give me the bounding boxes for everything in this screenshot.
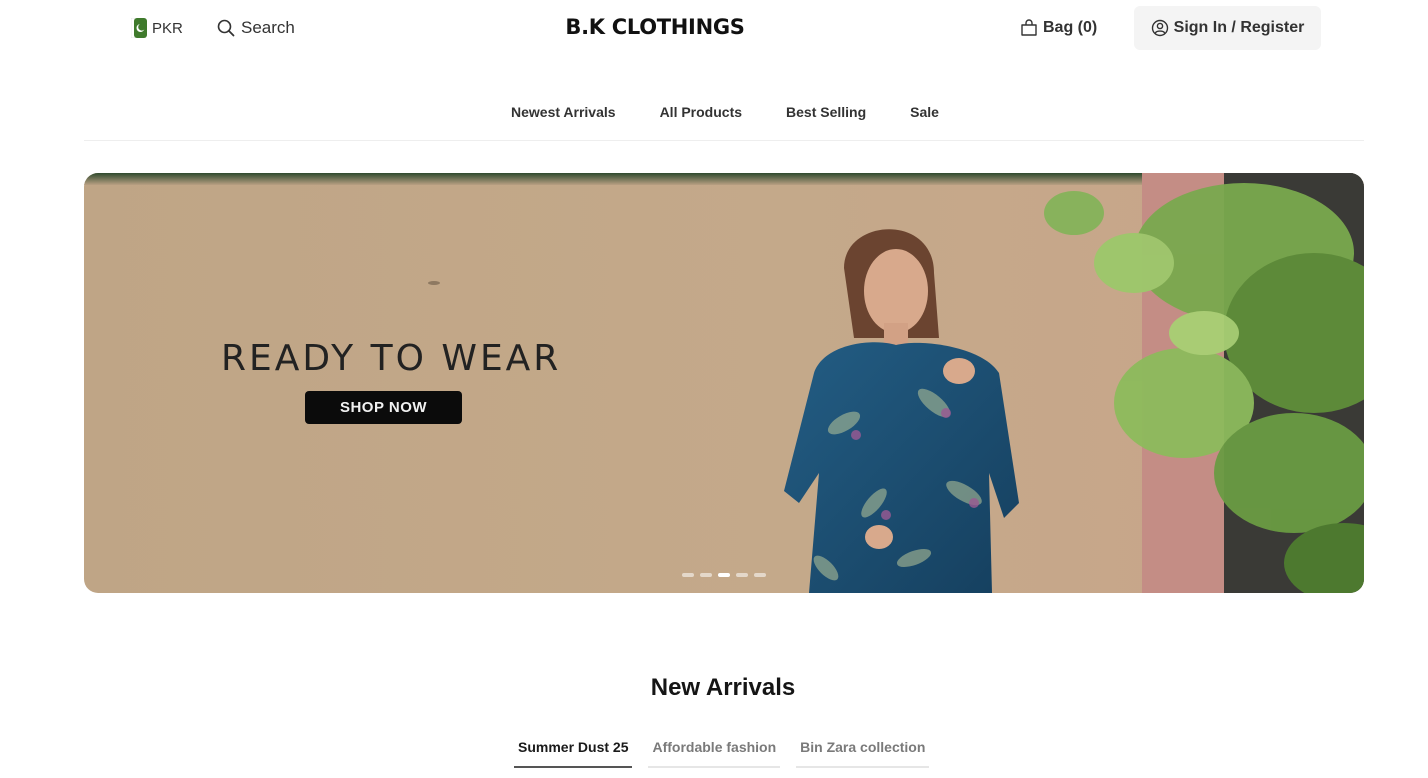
sign-in-register-button[interactable]: Sign In / Register <box>1134 6 1321 50</box>
nav-best-selling[interactable]: Best Selling <box>786 96 866 128</box>
shopping-bag-icon <box>1021 19 1037 36</box>
tab-bin-zara-collection[interactable]: Bin Zara collection <box>796 733 930 768</box>
bag-button[interactable]: Bag (0) <box>1020 17 1097 39</box>
collection-tabs: Summer Dust 25 Affordable fashion Bin Za… <box>514 733 930 768</box>
carousel-dot-1[interactable] <box>682 573 694 577</box>
carousel-dot-5[interactable] <box>754 573 766 577</box>
nav-newest-arrivals[interactable]: Newest Arrivals <box>511 96 616 128</box>
tab-affordable-fashion[interactable]: Affordable fashion <box>648 733 781 768</box>
user-circle-icon <box>1151 19 1168 37</box>
carousel-pagination <box>682 573 766 577</box>
new-arrivals-title: New Arrivals <box>650 674 796 701</box>
tab-summer-dust-25[interactable]: Summer Dust 25 <box>514 733 633 768</box>
carousel-dot-4[interactable] <box>736 573 748 577</box>
sign-in-register-label: Sign In / Register <box>1173 19 1305 36</box>
bag-label: Bag (0) <box>1043 19 1098 36</box>
hero-carousel[interactable]: READY TO WEAR SHOP NOW <box>84 173 1364 593</box>
nav-all-products[interactable]: All Products <box>660 96 742 128</box>
carousel-dot-2[interactable] <box>700 573 712 577</box>
nav-sale[interactable]: Sale <box>910 96 939 128</box>
hero-banner-image <box>84 173 1364 593</box>
main-nav: Newest Arrivals All Products Best Sellin… <box>84 96 1364 141</box>
hero-headline: READY TO WEAR <box>221 338 562 379</box>
carousel-dot-3[interactable] <box>718 573 730 577</box>
brand-logo[interactable]: B.K CLOTHINGS <box>0 15 1310 39</box>
top-bar: PKR Search B.K CLOTHINGS Bag (0) Sign In… <box>0 0 1428 56</box>
shop-now-button[interactable]: SHOP NOW <box>305 391 462 424</box>
